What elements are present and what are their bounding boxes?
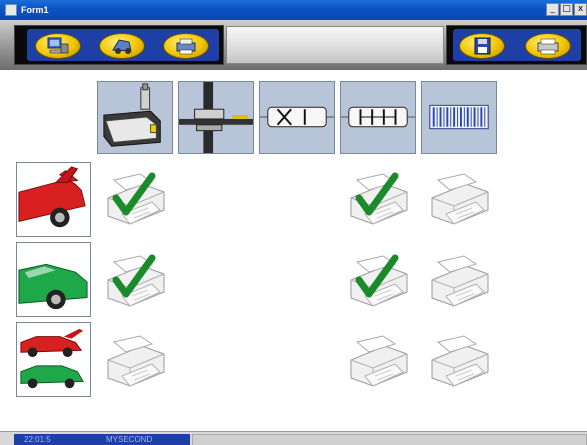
status-panel: 22:01:5 MYSECOND (14, 434, 190, 445)
printer-icon (107, 335, 165, 387)
minimize-button[interactable]: _ (546, 3, 559, 16)
printer-checked-cell[interactable] (343, 170, 413, 230)
printer-checked-cell[interactable] (343, 252, 413, 312)
toolbar-right-panel (453, 29, 581, 61)
row-red-car[interactable] (16, 162, 91, 237)
restore-button[interactable]: □ (560, 3, 573, 16)
printer-check-icon (350, 254, 408, 307)
row-red-and-green-cars[interactable] (16, 322, 91, 397)
measuring-probe-icon (98, 82, 172, 153)
column-track-gauge[interactable] (178, 81, 254, 154)
status-message-area (192, 434, 587, 445)
red-and-green-cars-icon (17, 323, 90, 396)
printer-cell[interactable] (424, 252, 494, 312)
printer-icon (176, 38, 196, 55)
row-green-car[interactable] (16, 242, 91, 317)
column-barcode[interactable] (421, 81, 497, 154)
cross-axis-icon (260, 82, 334, 153)
print-button[interactable] (163, 33, 209, 59)
printer-icon (350, 335, 408, 387)
green-car-icon (17, 243, 90, 316)
printer-icon (431, 335, 489, 387)
toolbar-left-panel (27, 29, 219, 61)
main-window: Form1 _ □ x 22:01:5 MYSECOND (0, 0, 587, 445)
barcode-icon (422, 82, 496, 153)
printer-check-icon (350, 172, 408, 225)
toolbar-left-group (14, 25, 224, 65)
printer-check-icon (107, 254, 165, 307)
toolbar-right-group (446, 25, 587, 65)
print-report-button[interactable] (525, 33, 571, 59)
floppy-disk-icon (474, 37, 491, 55)
window-title: Form1 (21, 5, 49, 15)
window-controls: _ □ x (546, 3, 587, 16)
printer-checked-cell[interactable] (100, 252, 170, 312)
close-button[interactable]: x (574, 3, 587, 16)
toolbar (0, 20, 587, 70)
status-name: MYSECOND (106, 435, 153, 444)
app-icon (5, 4, 17, 16)
printer-cell[interactable] (424, 170, 494, 230)
printer-cell[interactable] (424, 332, 494, 392)
title-bar: Form1 _ □ x (0, 0, 587, 20)
printer-checked-cell[interactable] (100, 170, 170, 230)
printer-icon (431, 173, 489, 225)
toolbar-center-panel (226, 26, 444, 64)
track-gauge-icon (179, 82, 253, 153)
wheel-axis-icon (341, 82, 415, 153)
car-part-button[interactable] (99, 33, 145, 59)
column-cross-axis[interactable] (259, 81, 335, 154)
printer-check-icon (107, 172, 165, 225)
car-part-icon (112, 39, 132, 54)
printer-icon (431, 255, 489, 307)
status-time: 22:01:5 (24, 435, 51, 444)
computer-button[interactable] (35, 33, 81, 59)
printer-cell[interactable] (100, 332, 170, 392)
status-bar: 22:01:5 MYSECOND (0, 431, 587, 445)
printer-cell[interactable] (343, 332, 413, 392)
save-button[interactable] (459, 33, 505, 59)
column-wheel-axis[interactable] (340, 81, 416, 154)
red-car-hood-open-icon (17, 163, 90, 236)
printer-icon (537, 38, 559, 55)
computer-icon (47, 37, 69, 54)
column-probe[interactable] (97, 81, 173, 154)
